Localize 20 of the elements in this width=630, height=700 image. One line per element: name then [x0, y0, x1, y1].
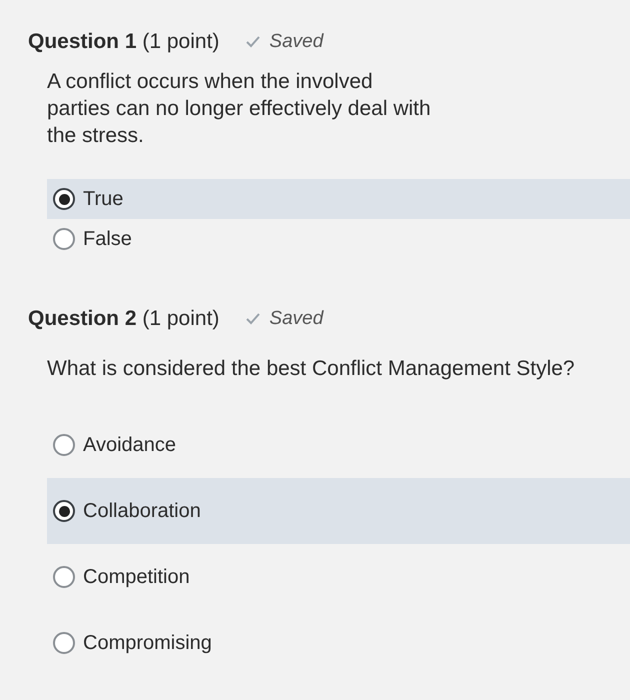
answer-option[interactable]: Competition — [47, 544, 630, 610]
answer-option[interactable]: True — [47, 179, 630, 219]
answer-option[interactable]: False — [47, 219, 630, 259]
answer-option[interactable]: Collaboration — [47, 478, 630, 544]
question-title: Question 2 (1 point) — [28, 307, 220, 331]
radio-button[interactable] — [53, 632, 75, 654]
radio-button[interactable] — [53, 566, 75, 588]
radio-button[interactable] — [53, 188, 75, 210]
checkmark-icon — [245, 312, 262, 326]
saved-status: Saved — [269, 308, 324, 330]
answer-option[interactable]: Avoidance — [47, 412, 630, 478]
question-text: A conflict occurs when the involved parties can no longer effectively deal with the stress. — [47, 69, 432, 149]
saved-status: Saved — [269, 31, 324, 53]
question-text: What is considered the best Conflict Management Style? — [47, 356, 576, 382]
radio-button[interactable] — [53, 228, 75, 250]
question-title: Question 1 (1 point) — [28, 30, 220, 54]
radio-button[interactable] — [53, 500, 75, 522]
checkmark-icon — [245, 35, 262, 49]
answer-option[interactable]: Compromising — [47, 610, 630, 676]
radio-button[interactable] — [53, 434, 75, 456]
